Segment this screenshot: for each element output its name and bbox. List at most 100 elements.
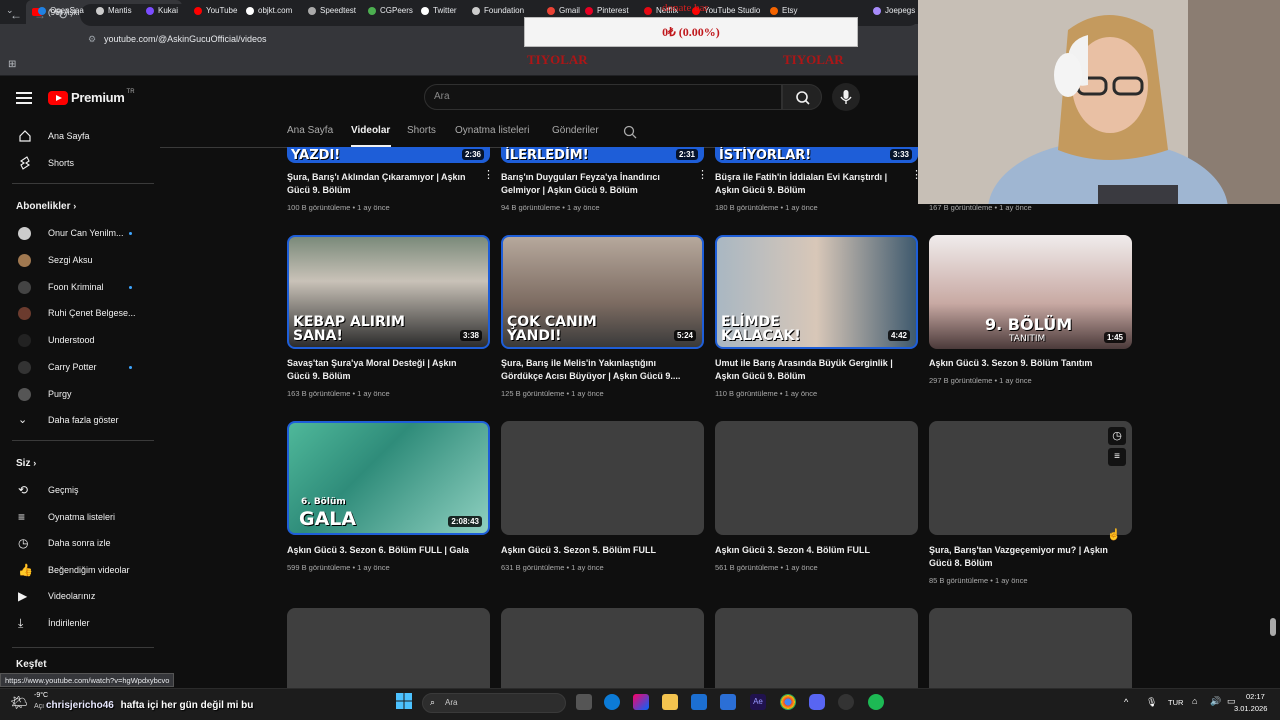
- sidebar-subscription-item[interactable]: Understood: [0, 327, 154, 353]
- after-effects-icon[interactable]: Ae: [750, 694, 766, 710]
- video-thumbnail[interactable]: İSTİYORLAR! 3:33: [715, 147, 918, 163]
- video-thumbnail-loading[interactable]: [287, 608, 490, 688]
- subscriptions-heading[interactable]: Abonelikler ›: [16, 201, 76, 212]
- video-title[interactable]: Şura, Barış'ı Aklından Çıkaramıyor | Aşk…: [287, 171, 475, 197]
- bookmark-item[interactable]: Foundation: [472, 6, 524, 15]
- weather-icon[interactable]: 🌤: [10, 694, 28, 711]
- outlook-icon[interactable]: [691, 694, 707, 710]
- menu-icon[interactable]: [16, 92, 32, 104]
- microphone-tray-icon[interactable]: 🎙: [1146, 697, 1157, 708]
- sidebar-subscription-item[interactable]: Onur Can Yenilm...: [0, 220, 154, 246]
- sidebar-subscription-item[interactable]: Foon Kriminal: [0, 274, 154, 300]
- bookmark-item[interactable]: OpenSea: [38, 6, 84, 15]
- video-thumbnail[interactable]: KEBAP ALIRIM SANA! 3:38: [287, 235, 490, 349]
- sidebar-you-item[interactable]: ◷ Daha sonra izle: [0, 530, 154, 556]
- sidebar-you-item[interactable]: ⤓ İndirilenler: [0, 610, 154, 636]
- bookmark-item[interactable]: Joepegs: [873, 6, 915, 15]
- video-thumbnail-loading[interactable]: [501, 608, 704, 688]
- add-to-queue-icon[interactable]: ≡: [1108, 448, 1126, 466]
- channel-tab[interactable]: Oynatma listeleri: [455, 125, 529, 136]
- bookmark-item[interactable]: objkt.com: [246, 6, 292, 15]
- show-more-button[interactable]: ⌄ Daha fazla göster: [0, 407, 154, 433]
- channel-search-icon[interactable]: [622, 124, 638, 145]
- bookmark-item[interactable]: Kukai: [146, 6, 178, 15]
- more-options-icon[interactable]: ⋮: [483, 170, 494, 181]
- sidebar-subscription-item[interactable]: Ruhi Çenet Belgese...: [0, 300, 154, 326]
- bookmark-item[interactable]: Speedtest: [308, 6, 356, 15]
- sidebar-item-shorts[interactable]: Shorts: [0, 150, 154, 176]
- video-thumbnail[interactable]: YAZDI! 2:36: [287, 147, 490, 163]
- sidebar-you-item[interactable]: 👍 Beğendiğim videolar: [0, 557, 154, 583]
- video-title[interactable]: Umut ile Barış Arasında Büyük Gerginlik …: [715, 357, 903, 383]
- video-title[interactable]: Şura, Barış ile Melis'in Yakınlaştığını …: [501, 357, 689, 383]
- bookmark-item[interactable]: CGPeers: [368, 6, 413, 15]
- sidebar-subscription-item[interactable]: Sezgi Aksu: [0, 247, 154, 273]
- windows-start-icon[interactable]: [395, 692, 413, 715]
- channel-tab[interactable]: Shorts: [407, 125, 436, 136]
- voice-search-button[interactable]: [832, 83, 860, 111]
- video-title[interactable]: Şura, Barış'tan Vazgeçemiyor mu? | Aşkın…: [929, 544, 1117, 570]
- sidebar-you-item[interactable]: ▶ Videolarınız: [0, 583, 154, 609]
- tray-chevron-icon[interactable]: ^: [1124, 697, 1128, 707]
- scrollbar-thumb[interactable]: [1270, 618, 1276, 636]
- back-icon[interactable]: ←: [10, 8, 22, 22]
- video-thumbnail-loading[interactable]: [929, 608, 1132, 688]
- bookmark-item[interactable]: Etsy: [770, 6, 798, 15]
- sidebar-subscription-item[interactable]: Purgy: [0, 381, 154, 407]
- channel-tab[interactable]: Videolar: [351, 125, 390, 136]
- video-thumbnail[interactable]: 9. BÖLÜM TANITIM 1:45: [929, 235, 1132, 349]
- file-explorer-icon[interactable]: [662, 694, 678, 710]
- search-input[interactable]: [424, 84, 782, 110]
- video-title[interactable]: Aşkın Gücü 3. Sezon 4. Bölüm FULL: [715, 544, 903, 557]
- video-thumbnail[interactable]: ELİMDE KALACAK! 4:42: [715, 235, 918, 349]
- discord-icon[interactable]: [809, 694, 825, 710]
- site-info-icon[interactable]: ⚙: [88, 34, 96, 45]
- obs-icon[interactable]: [838, 694, 854, 710]
- sidebar-subscription-item[interactable]: Carry Potter: [0, 354, 154, 380]
- watch-later-icon[interactable]: ◷: [1108, 427, 1126, 445]
- clock-date[interactable]: 3.01.2026: [1234, 704, 1267, 713]
- video-title[interactable]: Aşkın Gücü 3. Sezon 6. Bölüm FULL | Gala: [287, 544, 475, 557]
- address-text[interactable]: youtube.com/@AskinGucuOfficial/videos: [104, 34, 267, 44]
- bookmark-item[interactable]: Pinterest: [585, 6, 629, 15]
- video-title[interactable]: Aşkın Gücü 3. Sezon 9. Bölüm Tanıtım: [929, 357, 1117, 370]
- clock-time[interactable]: 02:17: [1246, 692, 1265, 701]
- youtube-play-icon: [48, 90, 68, 105]
- video-thumbnail[interactable]: ÇOK CANIM YANDI! 5:24: [501, 235, 704, 349]
- video-thumbnail[interactable]: [715, 421, 918, 535]
- bookmark-item[interactable]: YouTube: [194, 6, 237, 15]
- volume-icon[interactable]: 🔊: [1210, 696, 1221, 707]
- bookmark-item[interactable]: Twitter: [421, 6, 457, 15]
- you-heading[interactable]: Siz ›: [16, 458, 36, 469]
- edge-icon[interactable]: [604, 694, 620, 710]
- spotify-icon[interactable]: [868, 694, 884, 710]
- bookmark-item[interactable]: Mantis: [96, 6, 132, 15]
- video-thumbnail[interactable]: İLERLEDİM! 2:31: [501, 147, 704, 163]
- sidebar-you-item[interactable]: ⟲ Geçmiş: [0, 477, 154, 503]
- video-thumbnail-loading[interactable]: [715, 608, 918, 688]
- search-button[interactable]: [782, 84, 822, 110]
- copilot-icon[interactable]: [633, 694, 649, 710]
- video-title[interactable]: Barış'ın Duyguları Feyza'ya İnandırıcı G…: [501, 171, 689, 197]
- apps-grid-icon[interactable]: ⊞: [8, 59, 16, 70]
- task-view-icon[interactable]: [576, 694, 592, 710]
- video-thumbnail[interactable]: 6. Bölüm GALA 2:08:43: [287, 421, 490, 535]
- store-icon[interactable]: [720, 694, 736, 710]
- sidebar-item-home[interactable]: Ana Sayfa: [0, 123, 154, 149]
- video-title[interactable]: Aşkın Gücü 3. Sezon 5. Bölüm FULL: [501, 544, 689, 557]
- language-indicator[interactable]: TUR: [1168, 698, 1183, 707]
- more-options-icon[interactable]: ⋮: [697, 170, 708, 181]
- chrome-icon[interactable]: [780, 694, 796, 710]
- channel-tab[interactable]: Gönderiler: [552, 125, 599, 136]
- channel-tab[interactable]: Ana Sayfa: [287, 125, 333, 136]
- video-thumbnail[interactable]: [501, 421, 704, 535]
- network-icon[interactable]: ⌂: [1192, 696, 1197, 706]
- taskbar-search[interactable]: [422, 693, 566, 713]
- video-thumbnail[interactable]: ◷ ≡: [929, 421, 1132, 535]
- video-title[interactable]: Büşra ile Fatih'in İddiaları Evi Karıştı…: [715, 171, 903, 197]
- youtube-logo[interactable]: Premium TR: [48, 89, 135, 105]
- sidebar-you-item[interactable]: ≡ Oynatma listeleri: [0, 504, 154, 530]
- more-options-icon[interactable]: ⋮: [911, 170, 922, 181]
- bookmark-item[interactable]: Gmail: [547, 6, 580, 15]
- video-title[interactable]: Savaş'tan Şura'ya Moral Desteği | Aşkın …: [287, 357, 475, 383]
